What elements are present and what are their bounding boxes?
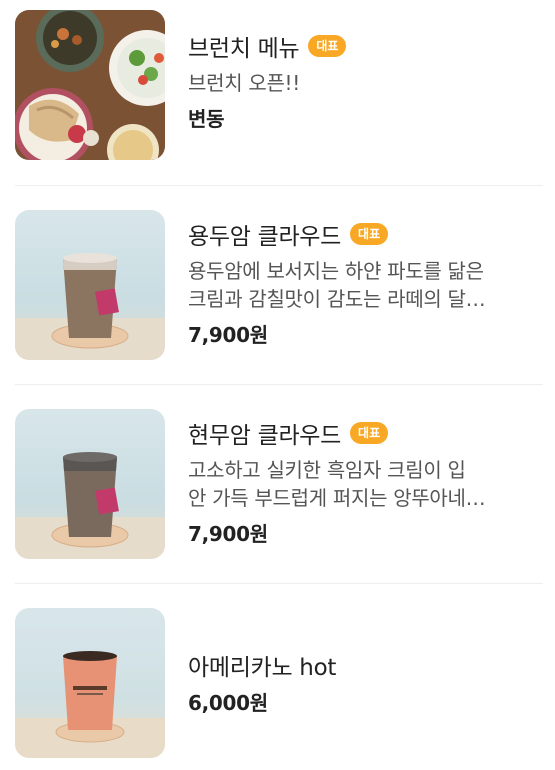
menu-item-info: 용두암 클라우드 대표 용두암에 보서지는 하얀 파도를 닮은 크림과 감칠맛이…	[188, 210, 546, 348]
menu-item-price: 7,900원	[188, 323, 268, 347]
title-row: 브런치 메뉴 대표	[188, 29, 546, 63]
title-row: 현무암 클라우드 대표	[188, 416, 546, 450]
menu-item-title: 용두암 클라우드	[188, 224, 342, 250]
menu-item-info: 현무암 클라우드 대표 고소하고 실키한 흑임자 크림이 입 안 가득 부드럽게…	[188, 409, 546, 547]
menu-item-title: 현무암 클라우드	[188, 423, 342, 449]
menu-item-info: 아메리카노 hot 6,000원	[188, 608, 546, 716]
description-line: 브런치 오픈!!	[188, 71, 300, 95]
description-line: 용두암에 보서지는 하얀 파도를 닮은	[188, 259, 484, 283]
description-line: 고소하고 실키한 흑임자 크림이 입	[188, 458, 466, 482]
divider	[15, 583, 543, 584]
menu-item-americano-hot[interactable]: 아메리카노 hot 6,000원	[0, 608, 555, 758]
menu-item-price: 6,000원	[188, 691, 268, 715]
description-line: 크림과 감칠맛이 감도는 라떼의 달…	[188, 287, 486, 311]
brunch-photo	[15, 10, 165, 160]
yongduam-cloud-photo	[15, 210, 165, 360]
title-row: 용두암 클라우드 대표	[188, 217, 546, 251]
signature-badge: 대표	[308, 35, 347, 57]
menu-item-description: 브런치 오픈!!	[188, 69, 546, 97]
menu-item-title: 아메리카노 hot	[188, 655, 337, 681]
menu-item-brunch[interactable]: 브런치 메뉴 대표 브런치 오픈!! 변동	[0, 10, 555, 160]
menu-item-title: 브런치 메뉴	[188, 36, 300, 62]
description-line: 안 가득 부드럽게 퍼지는 앙뚜아네…	[188, 486, 486, 510]
signature-badge: 대표	[350, 223, 389, 245]
americano-hot-photo	[15, 608, 165, 758]
menu-item-info: 브런치 메뉴 대표 브런치 오픈!! 변동	[188, 10, 546, 132]
menu-item-description: 고소하고 실키한 흑임자 크림이 입 안 가득 부드럽게 퍼지는 앙뚜아네…	[188, 456, 546, 512]
divider	[15, 384, 543, 385]
menu-item-description: 용두암에 보서지는 하얀 파도를 닮은 크림과 감칠맛이 감도는 라떼의 달…	[188, 257, 546, 313]
menu-item-hyeonmuam-cloud[interactable]: 현무암 클라우드 대표 고소하고 실키한 흑임자 크림이 입 안 가득 부드럽게…	[0, 409, 555, 559]
hyeonmuam-cloud-photo	[15, 409, 165, 559]
divider	[15, 185, 543, 186]
menu-item-price: 변동	[188, 107, 225, 131]
menu-item-price: 7,900원	[188, 522, 268, 546]
menu-item-yongduam-cloud[interactable]: 용두암 클라우드 대표 용두암에 보서지는 하얀 파도를 닮은 크림과 감칠맛이…	[0, 210, 555, 360]
title-row: 아메리카노 hot	[188, 648, 546, 682]
signature-badge: 대표	[350, 422, 389, 444]
